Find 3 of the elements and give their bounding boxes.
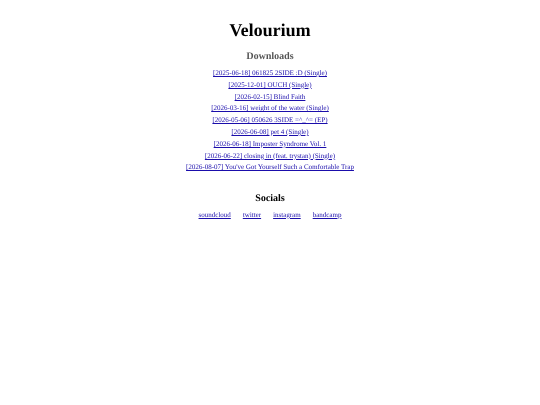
section-heading: Socials bbox=[255, 192, 285, 204]
section-heading: Downloads bbox=[246, 51, 294, 62]
page-title: Velourium bbox=[229, 20, 311, 41]
